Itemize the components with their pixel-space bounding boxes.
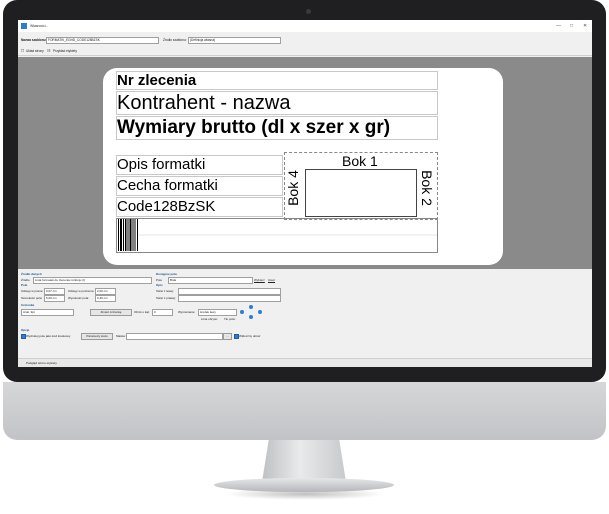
- barcode-field[interactable]: [116, 218, 438, 253]
- data-source-group: Źródło danych: [21, 272, 42, 276]
- font-group: Czcionka: [21, 303, 35, 307]
- offset-v-input[interactable]: 0,07 cm: [44, 288, 65, 295]
- properties-panel: Źródło danych Źródło Lista formatek do z…: [18, 270, 592, 367]
- source-select[interactable]: Lista formatek do zlecenia rozkroju (I): [33, 277, 152, 284]
- field-description[interactable]: Opis formatki: [116, 155, 283, 175]
- close-button[interactable]: ✕: [583, 23, 587, 29]
- align-dot-right[interactable]: [258, 310, 262, 314]
- source-label: Źródło: [21, 278, 30, 282]
- align-select[interactable]: środek lewy: [198, 309, 237, 316]
- monitor-stand-base: [214, 478, 394, 492]
- app-icon: [21, 23, 27, 29]
- field-feature[interactable]: Cecha formatki: [116, 176, 283, 196]
- options-group: Opcje: [21, 328, 30, 332]
- remove-button[interactable]: Usuń: [268, 278, 275, 282]
- width-input[interactable]: 5,00 cm: [44, 295, 65, 302]
- camera-dot: [306, 9, 311, 14]
- change-font-button[interactable]: Zmień czcionkę: [90, 309, 132, 316]
- board-rectangle: [305, 169, 417, 217]
- side4-label: Bok 4: [284, 170, 301, 206]
- mask-label: Maska:: [116, 334, 126, 338]
- label-preview: Nr zlecenia Kontrahent - nazwa Wymiary b…: [103, 68, 503, 265]
- field-barcode-text[interactable]: Code128BzSK: [116, 197, 283, 217]
- barcode-icon: ☷: [47, 48, 51, 53]
- field-dimensions[interactable]: Wymiary brutto (dl x szer x gr): [116, 116, 438, 140]
- field-contractor[interactable]: Kontrahent - nazwa: [116, 91, 438, 115]
- offset-v-label: Odstęp w pionie:: [21, 289, 44, 293]
- visible-label: Widoczny obraz: [239, 334, 261, 338]
- template-source-label: Źródło szablonu:: [163, 38, 187, 42]
- available-fields-group: Dostępne pola: [156, 272, 177, 276]
- monitor-stand-neck: [262, 440, 346, 482]
- status-text: Podgląd wzoru etykiety: [26, 361, 57, 365]
- screen: Własności... — □ ✕ Nazwa szablonu: FORMA…: [18, 20, 592, 367]
- description-group: Opis: [156, 283, 163, 287]
- available-field-select[interactable]: Brak: [168, 277, 253, 284]
- page-layout-button[interactable]: Układ strony: [26, 49, 44, 53]
- offset-h-label: Odstęp w poziomie:: [68, 289, 95, 293]
- fill-label: Tło pola:: [224, 317, 236, 321]
- preview-button[interactable]: Przykład etykiety: [53, 49, 77, 53]
- template-name-row: Nazwa szablonu: FORMATKI_EGHD_CODE128BZS…: [18, 36, 592, 44]
- mask-browse-button[interactable]: ...: [223, 333, 232, 340]
- left-text-input[interactable]: [178, 288, 281, 295]
- template-name-label: Nazwa szablonu:: [21, 38, 47, 42]
- minimize-button[interactable]: —: [556, 23, 561, 29]
- choose-button[interactable]: Wybierz: [254, 278, 265, 282]
- field-order-number[interactable]: Nr zlecenia: [116, 71, 438, 90]
- height-label: Wysokość pola:: [68, 296, 89, 300]
- font-display: Arial, 9pt: [21, 309, 74, 316]
- monitor-chin: [3, 382, 606, 440]
- frame-label: Linia obrysu:: [201, 317, 219, 321]
- height-input[interactable]: 0,40 cm: [95, 295, 116, 302]
- align-dot-left[interactable]: [240, 310, 244, 314]
- label-canvas: Nr zlecenia Kontrahent - nazwa Wymiary b…: [18, 57, 592, 269]
- right-text-label: Tekst z prawej:: [156, 296, 176, 300]
- align-label: Wyrównanie:: [178, 310, 196, 314]
- right-text-input[interactable]: [178, 295, 281, 302]
- template-name-input[interactable]: FORMATKI_EGHD_CODE128BZSK: [46, 37, 159, 44]
- align-dot-bottom[interactable]: [249, 315, 253, 319]
- barcode-params-button[interactable]: Parametry kodu: [81, 333, 113, 340]
- rotation-label: Obrót o kąt:: [134, 310, 150, 314]
- side1-label: Bok 1: [342, 153, 378, 169]
- window-title: Własności...: [30, 24, 49, 28]
- template-source-select[interactable]: (Definicja własna): [188, 37, 281, 44]
- align-dot-top[interactable]: [249, 305, 253, 309]
- side2-label: Bok 2: [418, 170, 435, 206]
- status-bar: Podgląd wzoru etykiety: [18, 358, 592, 367]
- page-icon: □: [21, 48, 25, 54]
- width-label: Szerokość pola:: [21, 296, 43, 300]
- left-text-label: Tekst z lewej:: [156, 289, 174, 293]
- barcode-option-label: Wydrukuj pole jako kod kreskowy: [26, 334, 71, 338]
- field-group: Pole: [21, 283, 28, 287]
- available-field-label: Pole: [156, 278, 163, 282]
- mask-input[interactable]: [126, 333, 223, 340]
- toolbar: □ Układ strony ☷ Przykład etykiety: [18, 47, 592, 56]
- offset-h-input[interactable]: 2,00 cm: [95, 288, 116, 295]
- barcode-graphic: [118, 219, 437, 251]
- side-diagram: Bok 1 Bok 4 Bok 2: [284, 152, 438, 220]
- maximize-button[interactable]: □: [570, 23, 573, 29]
- rotation-input[interactable]: 0: [152, 309, 173, 316]
- window-titlebar: Własności... — □ ✕: [18, 20, 592, 32]
